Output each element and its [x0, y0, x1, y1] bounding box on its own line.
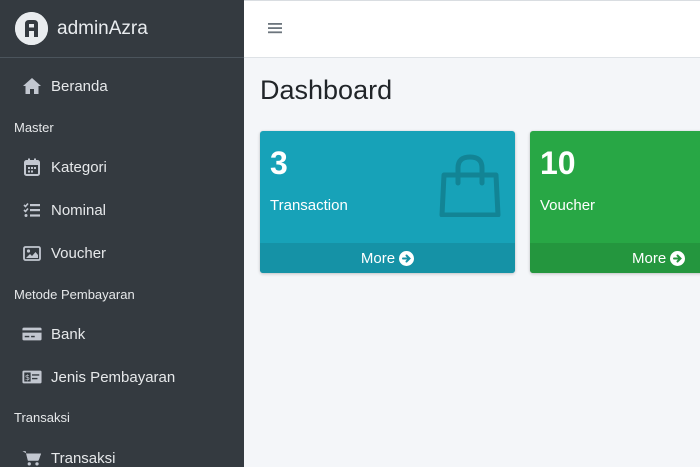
- sidebar: adminAzra Beranda Master Kategori Nomina…: [0, 0, 244, 467]
- sidebar-item-transaksi[interactable]: Transaksi: [0, 439, 244, 467]
- sidebar-header-metode-pembayaran: Metode Pembayaran: [14, 287, 135, 302]
- shopping-bag-icon: [439, 153, 501, 222]
- hamburger-icon[interactable]: [268, 21, 282, 40]
- calendar-icon: [22, 157, 42, 177]
- sidebar-item-label: Kategori: [51, 158, 107, 176]
- sidebar-item-label: Jenis Pembayaran: [51, 368, 176, 386]
- top-navbar: [244, 0, 700, 58]
- more-label: More: [360, 249, 396, 267]
- transaction-more-link[interactable]: More: [260, 243, 515, 273]
- transaction-card: 3 Transaction More: [260, 131, 515, 273]
- image-icon: [22, 243, 42, 263]
- sidebar-item-kategori[interactable]: Kategori: [0, 148, 244, 186]
- voucher-count: 10: [540, 145, 576, 181]
- sidebar-item-beranda[interactable]: Beranda: [0, 67, 244, 105]
- logo-icon: [15, 12, 48, 45]
- transaction-label: Transaction: [270, 197, 348, 214]
- home-icon: [22, 76, 42, 96]
- more-label: More: [632, 249, 667, 267]
- money-bill-icon: $: [22, 367, 42, 387]
- credit-card-icon: [22, 324, 42, 344]
- sidebar-item-nominal[interactable]: Nominal: [0, 191, 244, 229]
- brand-link[interactable]: adminAzra: [0, 0, 244, 58]
- cart-icon: [22, 448, 42, 467]
- brand-logo: [15, 12, 48, 45]
- sidebar-item-bank[interactable]: Bank: [0, 315, 244, 353]
- sidebar-item-voucher[interactable]: Voucher: [0, 234, 244, 272]
- page-title: Dashboard: [260, 75, 393, 105]
- svg-text:$: $: [25, 372, 30, 382]
- sidebar-header-transaksi: Transaksi: [14, 410, 70, 425]
- brand-name: adminAzra: [57, 17, 148, 39]
- voucher-card: 10 Voucher More: [530, 131, 700, 273]
- sidebar-item-label: Nominal: [51, 201, 107, 219]
- sidebar-header-master: Master: [14, 120, 54, 135]
- sidebar-item-label: Bank: [51, 325, 86, 343]
- sidebar-item-label: Beranda: [51, 77, 108, 95]
- arrow-circle-right-icon: [399, 250, 415, 266]
- arrow-circle-right-icon: [670, 250, 686, 266]
- list-check-icon: [22, 200, 42, 220]
- voucher-label: Voucher: [540, 197, 596, 214]
- transaction-count: 3: [270, 145, 288, 181]
- sidebar-item-label: Voucher: [51, 244, 107, 262]
- voucher-more-link[interactable]: More: [530, 243, 700, 273]
- sidebar-item-jenis-pembayaran[interactable]: $ Jenis Pembayaran: [0, 358, 244, 396]
- sidebar-item-label: Transaksi: [51, 449, 116, 467]
